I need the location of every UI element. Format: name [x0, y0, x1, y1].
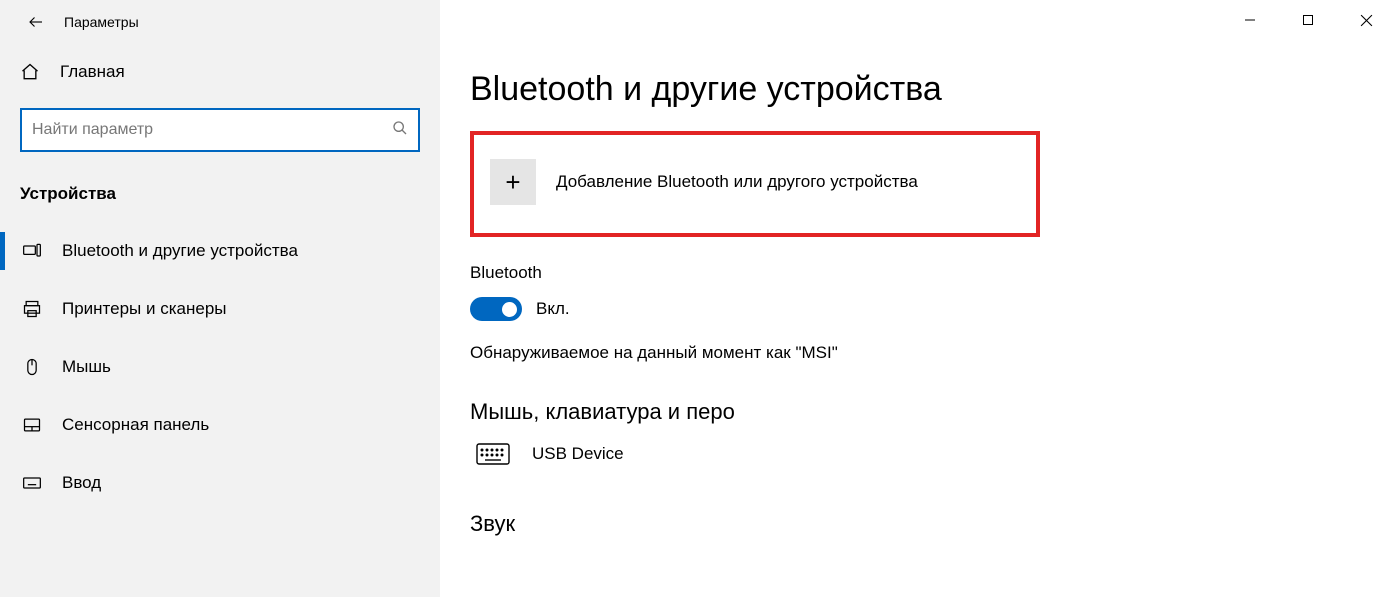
discoverable-text: Обнаруживаемое на данный момент как "MSI… [470, 343, 1395, 363]
home-icon [20, 62, 44, 82]
printer-icon [20, 299, 44, 319]
nav-label: Сенсорная панель [44, 415, 209, 435]
devices-icon [20, 241, 44, 261]
maximize-button[interactable] [1279, 0, 1337, 40]
category-heading: Устройства [0, 176, 440, 222]
nav-touchpad[interactable]: Сенсорная панель [0, 396, 440, 454]
nav-label: Ввод [44, 473, 101, 493]
add-device-button[interactable]: + Добавление Bluetooth или другого устро… [470, 131, 1040, 237]
mouse-icon [20, 357, 44, 377]
nav-printers[interactable]: Принтеры и сканеры [0, 280, 440, 338]
device-name: USB Device [516, 444, 624, 464]
touchpad-icon [20, 415, 44, 435]
input-section-title: Мышь, клавиатура и перо [470, 399, 1395, 425]
nav-label: Мышь [44, 357, 111, 377]
minimize-button[interactable] [1221, 0, 1279, 40]
nav-typing[interactable]: Ввод [0, 454, 440, 512]
nav-mouse[interactable]: Мышь [0, 338, 440, 396]
device-row[interactable]: USB Device [470, 443, 1395, 465]
home-nav[interactable]: Главная [0, 44, 440, 100]
search-input-container[interactable] [20, 108, 420, 152]
page-title: Bluetooth и другие устройства [470, 70, 1395, 109]
toggle-state-label: Вкл. [536, 299, 570, 319]
add-device-label: Добавление Bluetooth или другого устройс… [536, 172, 918, 192]
toggle-knob [502, 302, 517, 317]
search-icon [392, 120, 408, 140]
close-button[interactable] [1337, 0, 1395, 40]
nav-label: Bluetooth и другие устройства [44, 241, 298, 261]
keyboard-icon [20, 473, 44, 493]
search-input[interactable] [32, 121, 392, 139]
keyboard-device-icon [470, 443, 516, 465]
plus-icon: + [490, 159, 536, 205]
nav-label: Принтеры и сканеры [44, 299, 227, 319]
back-button[interactable] [14, 0, 58, 44]
sound-section-title: Звук [470, 511, 1395, 537]
app-title: Параметры [58, 14, 139, 30]
bluetooth-toggle[interactable] [470, 297, 522, 321]
nav-bluetooth-devices[interactable]: Bluetooth и другие устройства [0, 222, 440, 280]
bluetooth-heading: Bluetooth [470, 263, 1395, 283]
home-label: Главная [44, 62, 125, 82]
